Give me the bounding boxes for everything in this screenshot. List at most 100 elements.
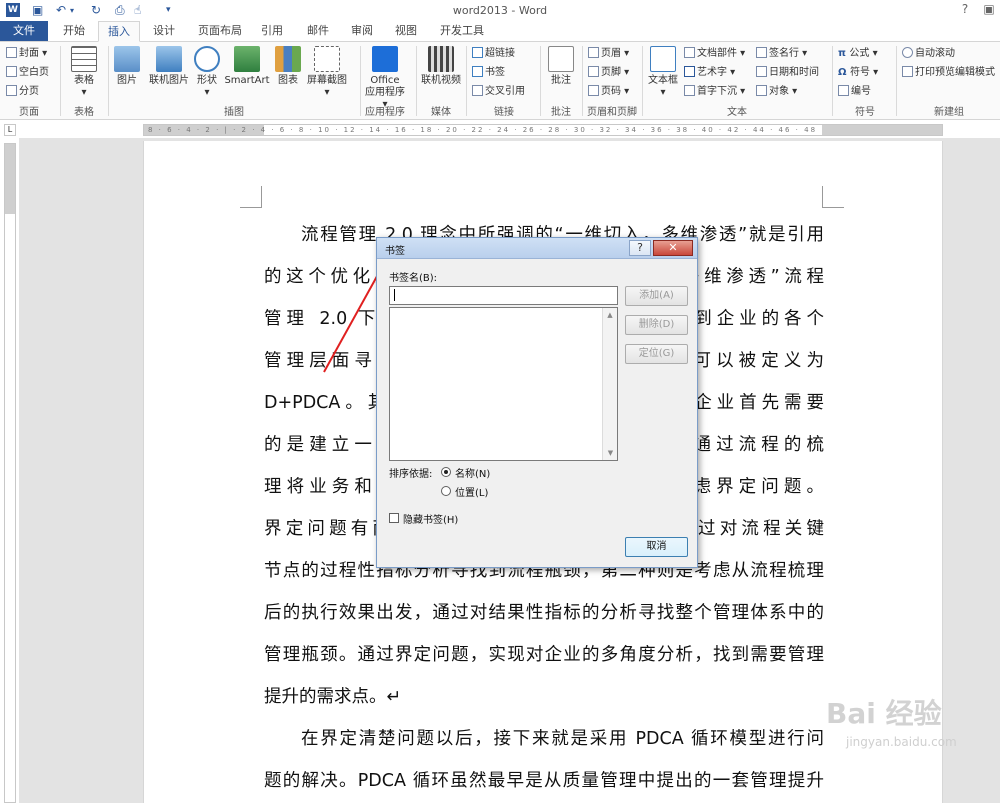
group-label-media: 媒体 [431,107,451,118]
crop-mark [822,186,844,208]
table-button[interactable]: 表格 ▾ [68,46,100,99]
online-video-button[interactable]: 联机视频 [418,46,464,87]
number-button[interactable]: 编号 [838,84,871,100]
tab-review[interactable]: 审阅 [344,21,380,42]
tab-selector[interactable]: L [4,124,16,136]
group-label-illustrations: 插图 [224,107,244,118]
sort-by-label: 排序依据: [389,469,433,480]
picture-button[interactable]: 图片 [112,46,142,87]
page-break-button[interactable]: 分页 [6,84,39,100]
word-window: { "window": {"title": "word2013 - Word",… [0,0,1000,803]
dropcap-button[interactable]: 首字下沉 ▾ [684,84,745,100]
add-button[interactable]: 添加(A) [625,286,688,306]
sort-by-location-radio[interactable] [441,486,451,496]
sort-by-location-label[interactable]: 位置(L) [455,484,488,499]
bookmark-list[interactable]: ▲ ▼ [389,307,618,461]
dialog-close-button[interactable]: ✕ [653,240,693,256]
dialog-help-button[interactable]: ? [629,240,651,256]
page-number-button[interactable]: 页码 ▾ [588,84,629,100]
hidden-bookmarks-checkbox[interactable] [389,513,399,523]
chart-button[interactable]: 图表 [274,46,302,87]
smartart-icon [234,46,260,72]
bookmark-name-input[interactable] [389,286,618,305]
sort-by-name-label[interactable]: 名称(N) [455,465,490,480]
tab-developer[interactable]: 开发工具 [432,21,492,42]
pi-icon: π [838,48,850,59]
group-new: 自动滚动 打印预览编辑模式 新建组 [898,42,1000,120]
office-store-icon [372,46,398,72]
goto-button[interactable]: 定位(G) [625,344,688,364]
wordart-icon [684,66,695,77]
object-button[interactable]: 对象 ▾ [756,84,797,100]
sort-by-name-radio[interactable] [441,467,451,477]
number-icon [838,85,849,96]
quick-parts-icon [684,47,695,58]
scroll-down-icon[interactable]: ▼ [603,446,618,460]
group-text: 文本框 ▾ 文档部件 ▾ 艺术字 ▾ 首字下沉 ▾ 签名行 ▾ 日期和时间 对象 … [644,42,830,120]
bookmark-button[interactable]: 书签 [472,65,505,81]
dialog-title-bar[interactable]: 书签 ? ✕ [377,238,697,259]
dialog-title: 书签 [385,246,405,257]
group-illustrations: 图片 联机图片 形状 ▾ SmartArt 图表 屏幕截图 ▾ 插图 [110,42,358,120]
tab-references[interactable]: 引用 [254,21,290,42]
header-button[interactable]: 页眉 ▾ [588,46,629,62]
tab-page-layout[interactable]: 页面布局 [190,21,250,42]
textbox-button[interactable]: 文本框 ▾ [646,46,680,99]
object-icon [756,85,767,96]
page-number-icon [588,85,599,96]
comment-button[interactable]: 批注 [546,46,576,87]
doc-line: 提升的需求点。↵ [264,687,402,707]
footer-button[interactable]: 页脚 ▾ [588,65,629,81]
tab-file[interactable]: 文件 [0,21,48,42]
date-time-button[interactable]: 日期和时间 [756,65,819,81]
vertical-ruler[interactable] [4,143,16,803]
shapes-button[interactable]: 形状 ▾ [194,46,220,99]
tab-view[interactable]: 视图 [388,21,424,42]
scroll-up-icon[interactable]: ▲ [603,308,617,322]
group-label-symbols: 符号 [855,107,875,118]
window-title: word2013 - Word [452,4,548,17]
tab-home[interactable]: 开始 [54,21,94,42]
group-header-footer: 页眉 ▾ 页脚 ▾ 页码 ▾ 页眉和页脚 [584,42,640,120]
screenshot-button[interactable]: 屏幕截图 ▾ [304,46,350,99]
group-label-tables: 表格 [74,107,94,118]
ribbon-display-options-icon[interactable]: ▣ [978,2,1000,16]
hidden-bookmarks-label[interactable]: 隐藏书签(H) [403,511,458,526]
online-picture-button[interactable]: 联机图片 [144,46,194,87]
quick-parts-button[interactable]: 文档部件 ▾ [684,46,745,62]
horizontal-ruler[interactable]: 8 · 6 · 4 · 2 · | · 2 · 4 · 6 · 8 · 10 ·… [143,124,943,136]
group-label-pages: 页面 [19,107,39,118]
bookmark-icon [472,66,483,77]
date-time-icon [756,66,767,77]
table-icon [71,46,97,72]
doc-line: 后的执行效果出发，通过对结果性指标的分析寻找整个管理体系中的 [264,603,824,623]
cancel-button[interactable]: 取消 [625,537,688,557]
tab-mailings[interactable]: 邮件 [300,21,336,42]
print-preview-edit-button[interactable]: 打印预览编辑模式 [902,65,995,81]
delete-button[interactable]: 删除(D) [625,315,688,335]
group-apps: Office 应用程序 ▾ 应用程序 [362,42,408,120]
cross-reference-button[interactable]: 交叉引用 [472,84,525,100]
equation-button[interactable]: π 公式 ▾ [838,46,878,62]
comment-icon [548,46,574,72]
shapes-icon [194,46,220,72]
cover-page-button[interactable]: 封面 ▾ [6,46,47,62]
wordart-button[interactable]: 艺术字 ▾ [684,65,735,81]
cover-page-icon [6,47,17,58]
hyperlink-button[interactable]: 超链接 [472,46,515,62]
auto-scroll-button[interactable]: 自动滚动 [902,46,955,62]
blank-page-button[interactable]: 空白页 [6,65,49,81]
bookmark-list-scrollbar[interactable]: ▲ ▼ [602,308,617,460]
group-label-text: 文本 [727,107,747,118]
tab-design[interactable]: 设计 [144,21,184,42]
tab-insert[interactable]: 插入 [98,21,140,42]
office-apps-button[interactable]: Office 应用程序 ▾ [362,46,408,111]
online-picture-icon [156,46,182,72]
ribbon-insert: 封面 ▾ 空白页 分页 页面 表格 ▾ 表格 图片 联机图片 形状 ▾ SmartA… [0,41,1000,120]
symbol-button[interactable]: Ω 符号 ▾ [838,65,878,81]
signature-line-button[interactable]: 签名行 ▾ [756,46,807,62]
smartart-button[interactable]: SmartArt [222,46,272,87]
help-button[interactable]: ? [954,2,976,16]
auto-scroll-icon [902,47,913,58]
screenshot-icon [314,46,340,72]
